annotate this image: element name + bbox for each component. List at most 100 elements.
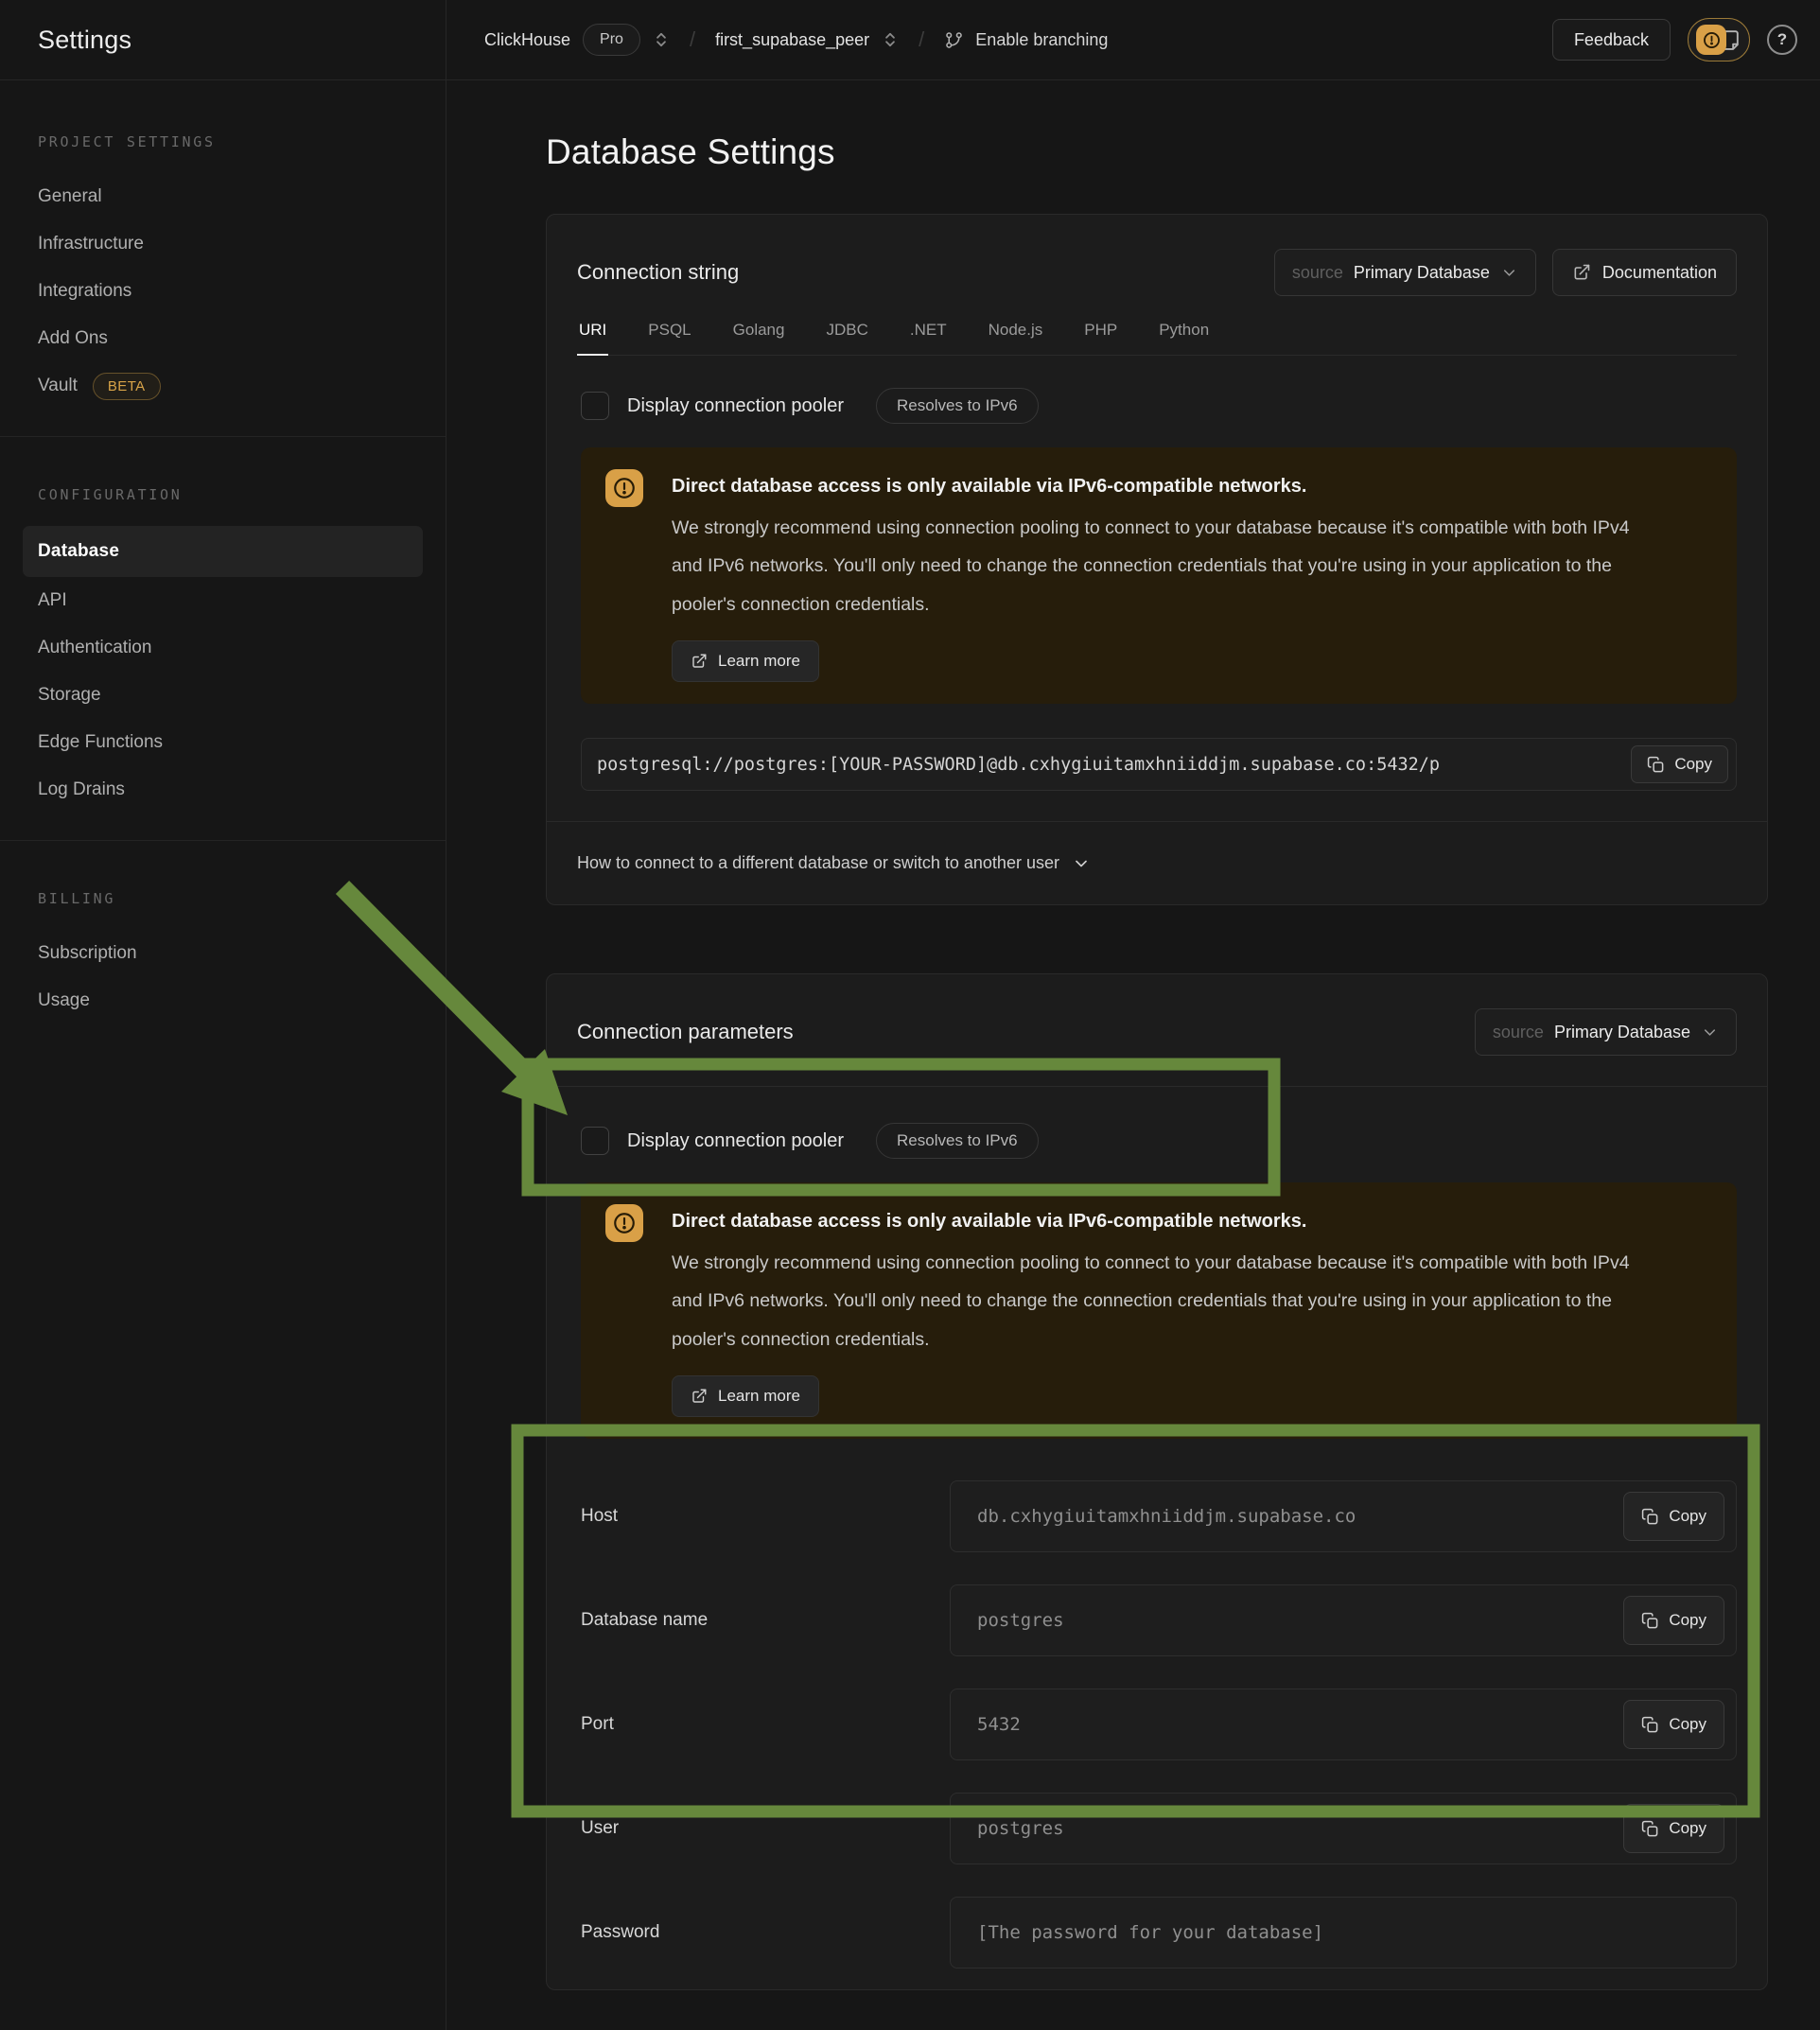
- sidebar-item-edge-functions[interactable]: Edge Functions: [0, 719, 446, 766]
- sidebar-item-subscription[interactable]: Subscription: [0, 930, 446, 977]
- warning-notification-icon: [1696, 25, 1726, 55]
- password-row: Password [The password for your database…: [581, 1897, 1737, 1969]
- alert-body: We strongly recommend using connection p…: [672, 1244, 1660, 1358]
- copy-database-name-button[interactable]: Copy: [1623, 1596, 1724, 1645]
- copy-host-button[interactable]: Copy: [1623, 1492, 1724, 1541]
- sidebar-item-api[interactable]: API: [0, 577, 446, 624]
- tab-dotnet[interactable]: .NET: [908, 321, 949, 356]
- host-row: Host db.cxhygiuitamxhniiddjm.supabase.co…: [581, 1480, 1737, 1552]
- copy-port-button[interactable]: Copy: [1623, 1700, 1724, 1749]
- connection-string-input[interactable]: postgresql://postgres:[YOUR-PASSWORD]@db…: [581, 738, 1737, 791]
- connection-string-title: Connection string: [577, 260, 739, 285]
- sidebar-item-authentication[interactable]: Authentication: [0, 624, 446, 672]
- org-switcher-icon[interactable]: [653, 31, 670, 48]
- project-switcher-icon[interactable]: [882, 31, 899, 48]
- sidebar-item-log-drains[interactable]: Log Drains: [0, 766, 446, 814]
- ipv6-warning-alert: Direct database access is only available…: [581, 447, 1737, 704]
- copy-icon: [1641, 1508, 1659, 1526]
- enable-branching-button[interactable]: Enable branching: [944, 30, 1108, 50]
- connection-string-card: Connection string source Primary Databas…: [546, 214, 1768, 905]
- breadcrumb-separator: /: [682, 27, 703, 52]
- top-header: Settings ClickHouse Pro / first_supabase…: [0, 0, 1820, 80]
- port-row: Port 5432 Copy: [581, 1689, 1737, 1760]
- connection-parameters-title: Connection parameters: [577, 1020, 794, 1044]
- password-field[interactable]: [The password for your database]: [950, 1897, 1737, 1969]
- database-name-field[interactable]: postgres Copy: [950, 1584, 1737, 1656]
- port-label: Port: [581, 1714, 950, 1735]
- sidebar-item-vault[interactable]: Vault BETA: [0, 362, 446, 410]
- source-select[interactable]: source Primary Database: [1475, 1008, 1737, 1056]
- main-content: Database Settings Connection string sour…: [446, 80, 1820, 2030]
- notifications-button[interactable]: [1688, 18, 1750, 61]
- connection-parameters-card: Connection parameters source Primary Dat…: [546, 973, 1768, 1990]
- alert-title: Direct database access is only available…: [672, 1204, 1660, 1233]
- tab-php[interactable]: PHP: [1082, 321, 1119, 356]
- sidebar-header: Settings: [0, 0, 446, 79]
- sidebar-item-integrations[interactable]: Integrations: [0, 268, 446, 315]
- sidebar-item-add-ons[interactable]: Add Ons: [0, 315, 446, 362]
- section-heading-billing: BILLING: [38, 890, 446, 907]
- pooler-label: Display connection pooler: [627, 395, 844, 417]
- page-title: Database Settings: [546, 132, 1769, 172]
- sidebar-item-infrastructure[interactable]: Infrastructure: [0, 220, 446, 268]
- sidebar-item-storage[interactable]: Storage: [0, 672, 446, 719]
- user-row: User postgres Copy: [581, 1793, 1737, 1864]
- tab-jdbc[interactable]: JDBC: [824, 321, 869, 356]
- settings-page: Settings ClickHouse Pro / first_supabase…: [0, 0, 1820, 2030]
- alert-body: We strongly recommend using connection p…: [672, 509, 1660, 623]
- password-label: Password: [581, 1922, 950, 1943]
- plan-badge: Pro: [583, 24, 640, 56]
- alert-title: Direct database access is only available…: [672, 469, 1660, 498]
- tab-python[interactable]: Python: [1157, 321, 1211, 356]
- sidebar-item-general[interactable]: General: [0, 173, 446, 220]
- section-heading-project-settings: PROJECT SETTINGS: [38, 133, 446, 150]
- external-link-icon: [691, 653, 708, 670]
- copy-connection-string-button[interactable]: Copy: [1631, 745, 1728, 783]
- breadcrumb-project[interactable]: first_supabase_peer: [715, 30, 869, 50]
- chevron-down-icon: [1701, 1024, 1719, 1041]
- connect-help-toggle[interactable]: How to connect to a different database o…: [547, 821, 1767, 904]
- host-field[interactable]: db.cxhygiuitamxhniiddjm.supabase.co Copy: [950, 1480, 1737, 1552]
- sidebar-item-usage[interactable]: Usage: [0, 977, 446, 1024]
- sidebar-item-database[interactable]: Database: [23, 526, 423, 577]
- pooler-label: Display connection pooler: [627, 1130, 844, 1152]
- database-name-row: Database name postgres Copy: [581, 1584, 1737, 1656]
- learn-more-button[interactable]: Learn more: [672, 640, 819, 682]
- tab-golang[interactable]: Golang: [731, 321, 787, 356]
- connection-string-value: postgresql://postgres:[YOUR-PASSWORD]@db…: [597, 755, 1621, 775]
- git-branch-icon: [944, 30, 964, 50]
- tab-nodejs[interactable]: Node.js: [987, 321, 1045, 356]
- connection-parameters-list: Host db.cxhygiuitamxhniiddjm.supabase.co…: [581, 1480, 1737, 1989]
- breadcrumb-org[interactable]: ClickHouse: [484, 30, 570, 50]
- display-connection-pooler-checkbox[interactable]: [581, 392, 609, 420]
- chevron-down-icon: [1500, 264, 1518, 282]
- user-value: postgres: [977, 1818, 1614, 1839]
- database-name-label: Database name: [581, 1610, 950, 1631]
- password-placeholder: [The password for your database]: [977, 1922, 1724, 1943]
- port-value: 5432: [977, 1714, 1614, 1735]
- documentation-button[interactable]: Documentation: [1552, 249, 1737, 296]
- chevron-down-icon: [1072, 854, 1091, 873]
- source-select[interactable]: source Primary Database: [1274, 249, 1536, 296]
- section-heading-configuration: CONFIGURATION: [38, 486, 446, 503]
- copy-icon: [1641, 1716, 1659, 1734]
- app-title: Settings: [38, 26, 131, 55]
- display-connection-pooler-checkbox[interactable]: [581, 1127, 609, 1155]
- port-field[interactable]: 5432 Copy: [950, 1689, 1737, 1760]
- breadcrumb-separator: /: [911, 27, 932, 52]
- beta-badge: BETA: [93, 373, 161, 400]
- warning-icon: [605, 1204, 643, 1242]
- tab-psql[interactable]: PSQL: [646, 321, 692, 356]
- learn-more-button[interactable]: Learn more: [672, 1375, 819, 1417]
- copy-user-button[interactable]: Copy: [1623, 1804, 1724, 1853]
- copy-icon: [1641, 1612, 1659, 1630]
- help-button[interactable]: ?: [1767, 25, 1797, 55]
- enable-branching-label: Enable branching: [975, 30, 1108, 50]
- ipv6-badge: Resolves to IPv6: [876, 388, 1039, 424]
- external-link-icon: [1572, 263, 1591, 282]
- user-field[interactable]: postgres Copy: [950, 1793, 1737, 1864]
- ipv6-warning-alert: Direct database access is only available…: [581, 1182, 1737, 1439]
- ipv6-badge: Resolves to IPv6: [876, 1123, 1039, 1159]
- tab-uri[interactable]: URI: [577, 321, 608, 356]
- feedback-button[interactable]: Feedback: [1552, 19, 1671, 61]
